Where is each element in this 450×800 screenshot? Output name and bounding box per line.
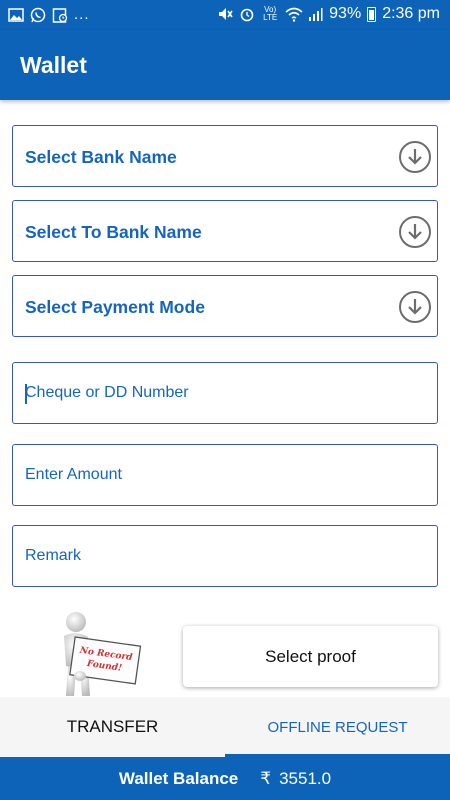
- alarm-icon: [239, 6, 255, 22]
- mute-icon: [217, 6, 233, 22]
- whatsapp-icon: [30, 7, 46, 23]
- wallet-balance-amount: ₹3551.0: [260, 769, 331, 789]
- select-proof-button[interactable]: Select proof: [183, 626, 438, 687]
- wallet-balance-bar: Wallet Balance ₹3551.0: [0, 757, 450, 800]
- tab-offline-request[interactable]: OFFLINE REQUEST: [225, 697, 450, 757]
- image-notification-icon: [8, 7, 24, 23]
- wallet-balance-value: 3551.0: [279, 768, 332, 788]
- system-icons: Vo) LTE 93% 2:36 pm: [217, 5, 440, 23]
- amount-field[interactable]: [12, 444, 438, 506]
- bank-name-select[interactable]: Select Bank Name: [12, 125, 438, 187]
- wallet-balance-label: Wallet Balance: [118, 768, 239, 788]
- notification-icons: ...: [8, 6, 90, 23]
- wifi-icon: [285, 6, 303, 22]
- to-bank-name-select[interactable]: Select To Bank Name: [12, 200, 438, 262]
- battery-icon: [367, 6, 377, 22]
- more-notifications-text: ...: [74, 6, 90, 23]
- clock-time: 2:36 pm: [382, 5, 440, 22]
- battery-percent: 93%: [329, 5, 362, 22]
- bottom-tab-bar: TRANSFER OFFLINE REQUEST: [0, 697, 450, 757]
- amount-input[interactable]: [25, 445, 425, 505]
- bank-name-label: Select Bank Name: [25, 147, 177, 167]
- dropdown-arrow-icon: [399, 216, 431, 248]
- cheque-number-input[interactable]: [25, 363, 425, 423]
- no-record-found-image: No Record Found!: [54, 610, 144, 700]
- page-title: Wallet: [20, 52, 87, 78]
- payment-mode-select[interactable]: Select Payment Mode: [12, 275, 438, 337]
- payment-mode-label: Select Payment Mode: [25, 297, 205, 317]
- cheque-number-field[interactable]: [12, 362, 438, 424]
- calendar-notification-icon: [52, 7, 68, 23]
- status-bar: ... Vo) LTE 93% 2:36 pm: [0, 0, 450, 30]
- volte-indicator: Vo) LTE: [263, 5, 278, 22]
- remark-input[interactable]: [25, 526, 425, 586]
- to-bank-name-label: Select To Bank Name: [25, 222, 202, 242]
- tab-transfer[interactable]: TRANSFER: [0, 697, 225, 757]
- signal-icon: [307, 6, 323, 22]
- dropdown-arrow-icon: [399, 291, 431, 323]
- rupee-symbol: ₹: [260, 768, 272, 788]
- app-bar: Wallet: [0, 30, 450, 100]
- remark-field[interactable]: [12, 525, 438, 587]
- dropdown-arrow-icon: [399, 141, 431, 173]
